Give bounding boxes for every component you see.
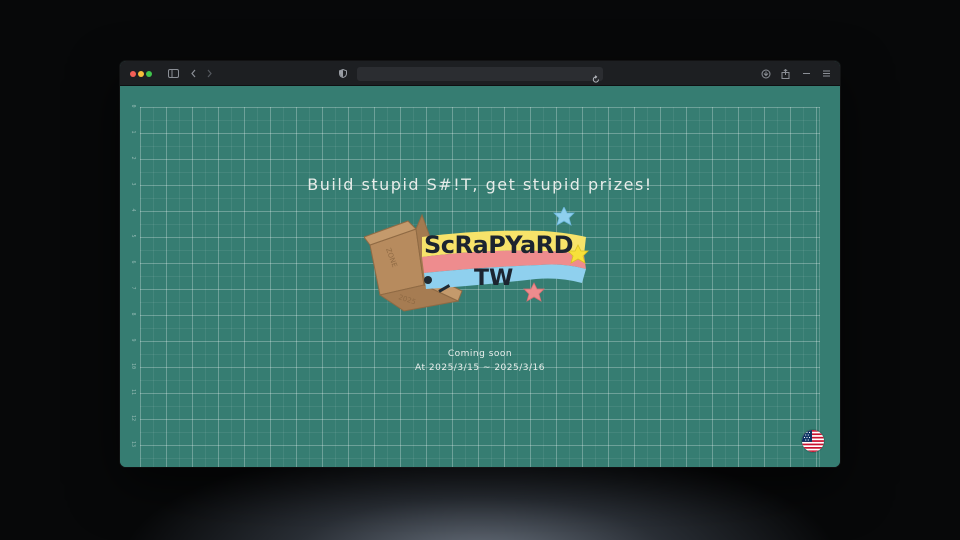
- ruler-label: 1: [130, 130, 136, 134]
- ruler-label: 13: [130, 440, 136, 448]
- sidebar-icon[interactable]: [168, 67, 179, 80]
- zoom-window-button[interactable]: [146, 71, 152, 77]
- browser-toolbar: [120, 61, 840, 86]
- ruler-label: 0: [130, 104, 136, 108]
- back-icon[interactable]: [190, 67, 197, 80]
- ruler-label: 5: [130, 234, 136, 238]
- ruler-label: 11: [130, 388, 136, 396]
- vertical-ruler: 0 1 2 3 4 5 6 7 8 9 10 11 12 13: [128, 103, 138, 463]
- tagline: Build stupid S#!T, get stupid prizes!: [307, 175, 653, 194]
- ruler-label: 2: [130, 156, 136, 160]
- minimize-window-button[interactable]: [138, 71, 144, 77]
- scrapyard-tw-logo: ZONE 2025 ScRaPYaRD TW: [364, 207, 589, 312]
- logo-subtitle: TW: [474, 266, 513, 291]
- menu-icon[interactable]: [822, 67, 831, 80]
- close-window-button[interactable]: [130, 71, 136, 77]
- us-flag-icon[interactable]: [802, 430, 824, 452]
- ruler-label: 6: [130, 260, 136, 264]
- shield-icon[interactable]: [339, 67, 347, 80]
- reload-icon[interactable]: [592, 69, 600, 88]
- pink-star-icon: [523, 282, 545, 302]
- ruler-label: 9: [130, 338, 136, 342]
- coming-soon-text: Coming soon: [447, 349, 513, 359]
- address-bar[interactable]: [357, 67, 603, 83]
- blue-star-icon: [553, 207, 575, 226]
- ruler-label: 12: [130, 414, 136, 422]
- ruler-label: 4: [130, 208, 136, 212]
- page-content: 0 1 2 3 4 5 6 7 8 9 10 11 12 13 Build stupid S#!T, ge…: [120, 87, 840, 467]
- share-icon[interactable]: [781, 67, 790, 80]
- download-icon[interactable]: [761, 67, 771, 80]
- minimize-icon[interactable]: [802, 67, 811, 80]
- ruler-label: 7: [130, 286, 136, 290]
- forward-icon[interactable]: [206, 67, 213, 80]
- ruler-label: 8: [130, 312, 136, 316]
- event-dates-text: At 2025/3/15 ~ 2025/3/16: [415, 363, 545, 373]
- browser-window: 0 1 2 3 4 5 6 7 8 9 10 11 12 13 Build stupid S#!T, ge…: [120, 61, 840, 467]
- logo-title: ScRaPYaRD: [424, 231, 573, 259]
